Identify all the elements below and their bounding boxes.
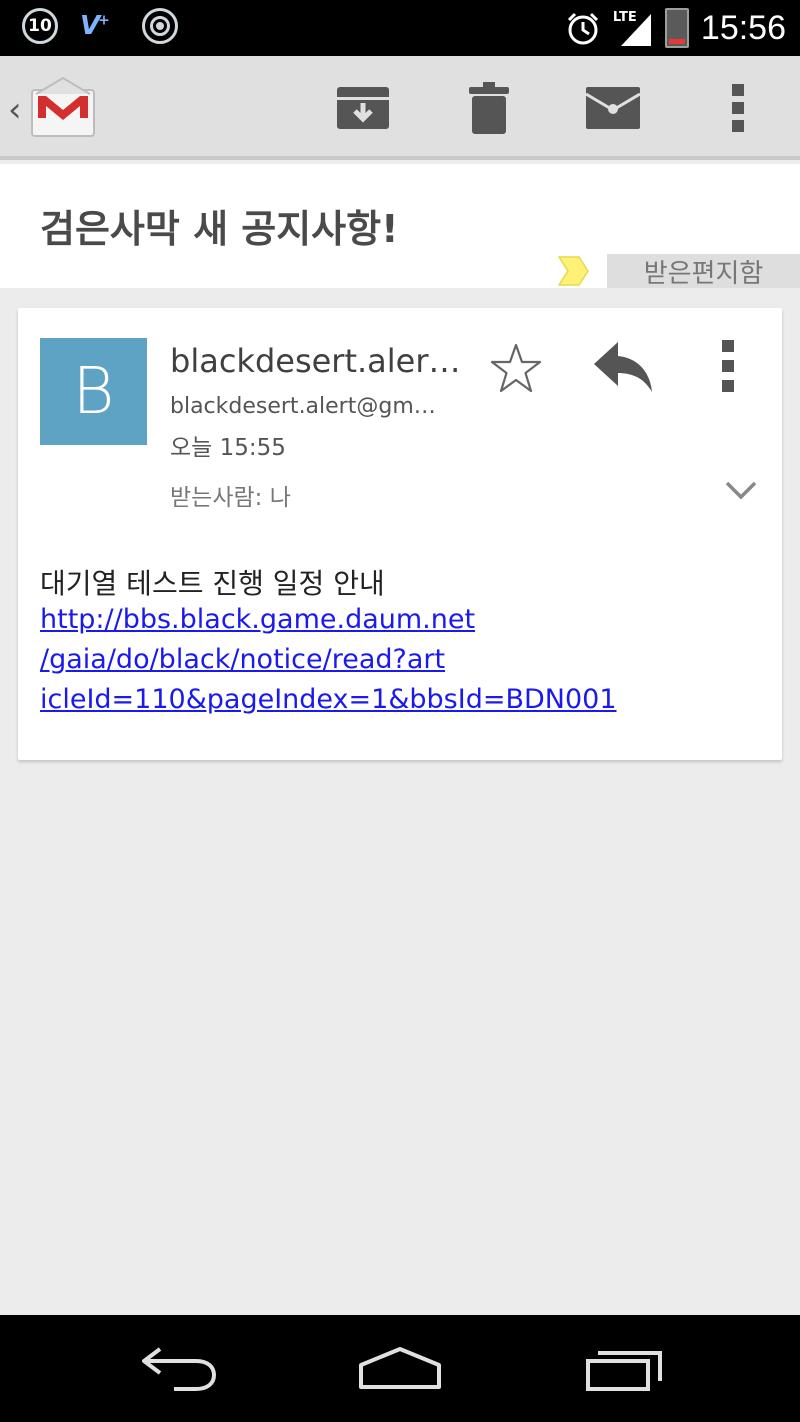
notification-count: 10 [28, 16, 52, 36]
message-more-icon[interactable] [718, 340, 738, 392]
battery-icon [664, 8, 689, 48]
status-time: 15:56 [700, 8, 786, 47]
conversation-subject: 검은사막 새 공지사항! [40, 207, 399, 251]
message-body-link[interactable]: http://bbs.black.game.daum.net /gaia/do/… [40, 600, 640, 720]
chevron-down-icon[interactable] [724, 478, 758, 502]
sender-avatar[interactable]: B [40, 338, 147, 445]
delete-button[interactable] [460, 82, 518, 134]
message-time: 오늘 15:55 [170, 435, 286, 461]
action-bar: ‹ [0, 56, 800, 160]
link-line[interactable]: icleId=110&pageIndex=1&bbsId=BDN001 [40, 680, 640, 720]
up-navigation-icon[interactable]: ‹ [8, 90, 22, 130]
mark-unread-button[interactable] [584, 82, 642, 134]
mail-unread-icon [585, 87, 641, 129]
star-icon[interactable] [490, 342, 542, 394]
recent-apps-icon[interactable] [580, 1343, 670, 1395]
archive-icon [337, 87, 389, 129]
link-line[interactable]: http://bbs.black.game.daum.net [40, 600, 640, 640]
v3-app-icon: V+ [80, 11, 110, 41]
message-body-text: 대기열 테스트 진행 일정 안내 [40, 567, 385, 600]
notification-count-icon: 10 [22, 8, 58, 44]
hotspot-icon [142, 8, 178, 44]
sender-email: blackdesert.alert@gm… [170, 394, 436, 419]
v3-app-label: V [80, 11, 100, 41]
inbox-label-tag[interactable]: 받은편지함 [607, 254, 800, 289]
importance-marker-icon[interactable] [557, 256, 589, 286]
message-recipients[interactable]: 받는사람: 나 [170, 478, 291, 512]
reply-icon[interactable] [592, 338, 654, 394]
message-card: B blackdesert.alert… blackdesert.alert@g… [18, 308, 782, 760]
overflow-menu-button[interactable] [710, 82, 766, 134]
more-vertical-icon [732, 84, 744, 132]
link-line[interactable]: /gaia/do/black/notice/read?art [40, 640, 640, 680]
status-bar: 10 V+ LTE 15:56 [0, 0, 800, 56]
lte-signal-icon: LTE [613, 8, 653, 48]
archive-button[interactable] [334, 82, 392, 134]
back-icon[interactable] [134, 1343, 224, 1395]
home-icon[interactable] [355, 1343, 445, 1395]
navigation-bar [0, 1315, 800, 1422]
gmail-logo-icon[interactable] [30, 74, 96, 140]
alarm-icon [567, 12, 598, 45]
trash-icon [469, 82, 509, 134]
sender-name[interactable]: blackdesert.alert… [170, 342, 470, 380]
